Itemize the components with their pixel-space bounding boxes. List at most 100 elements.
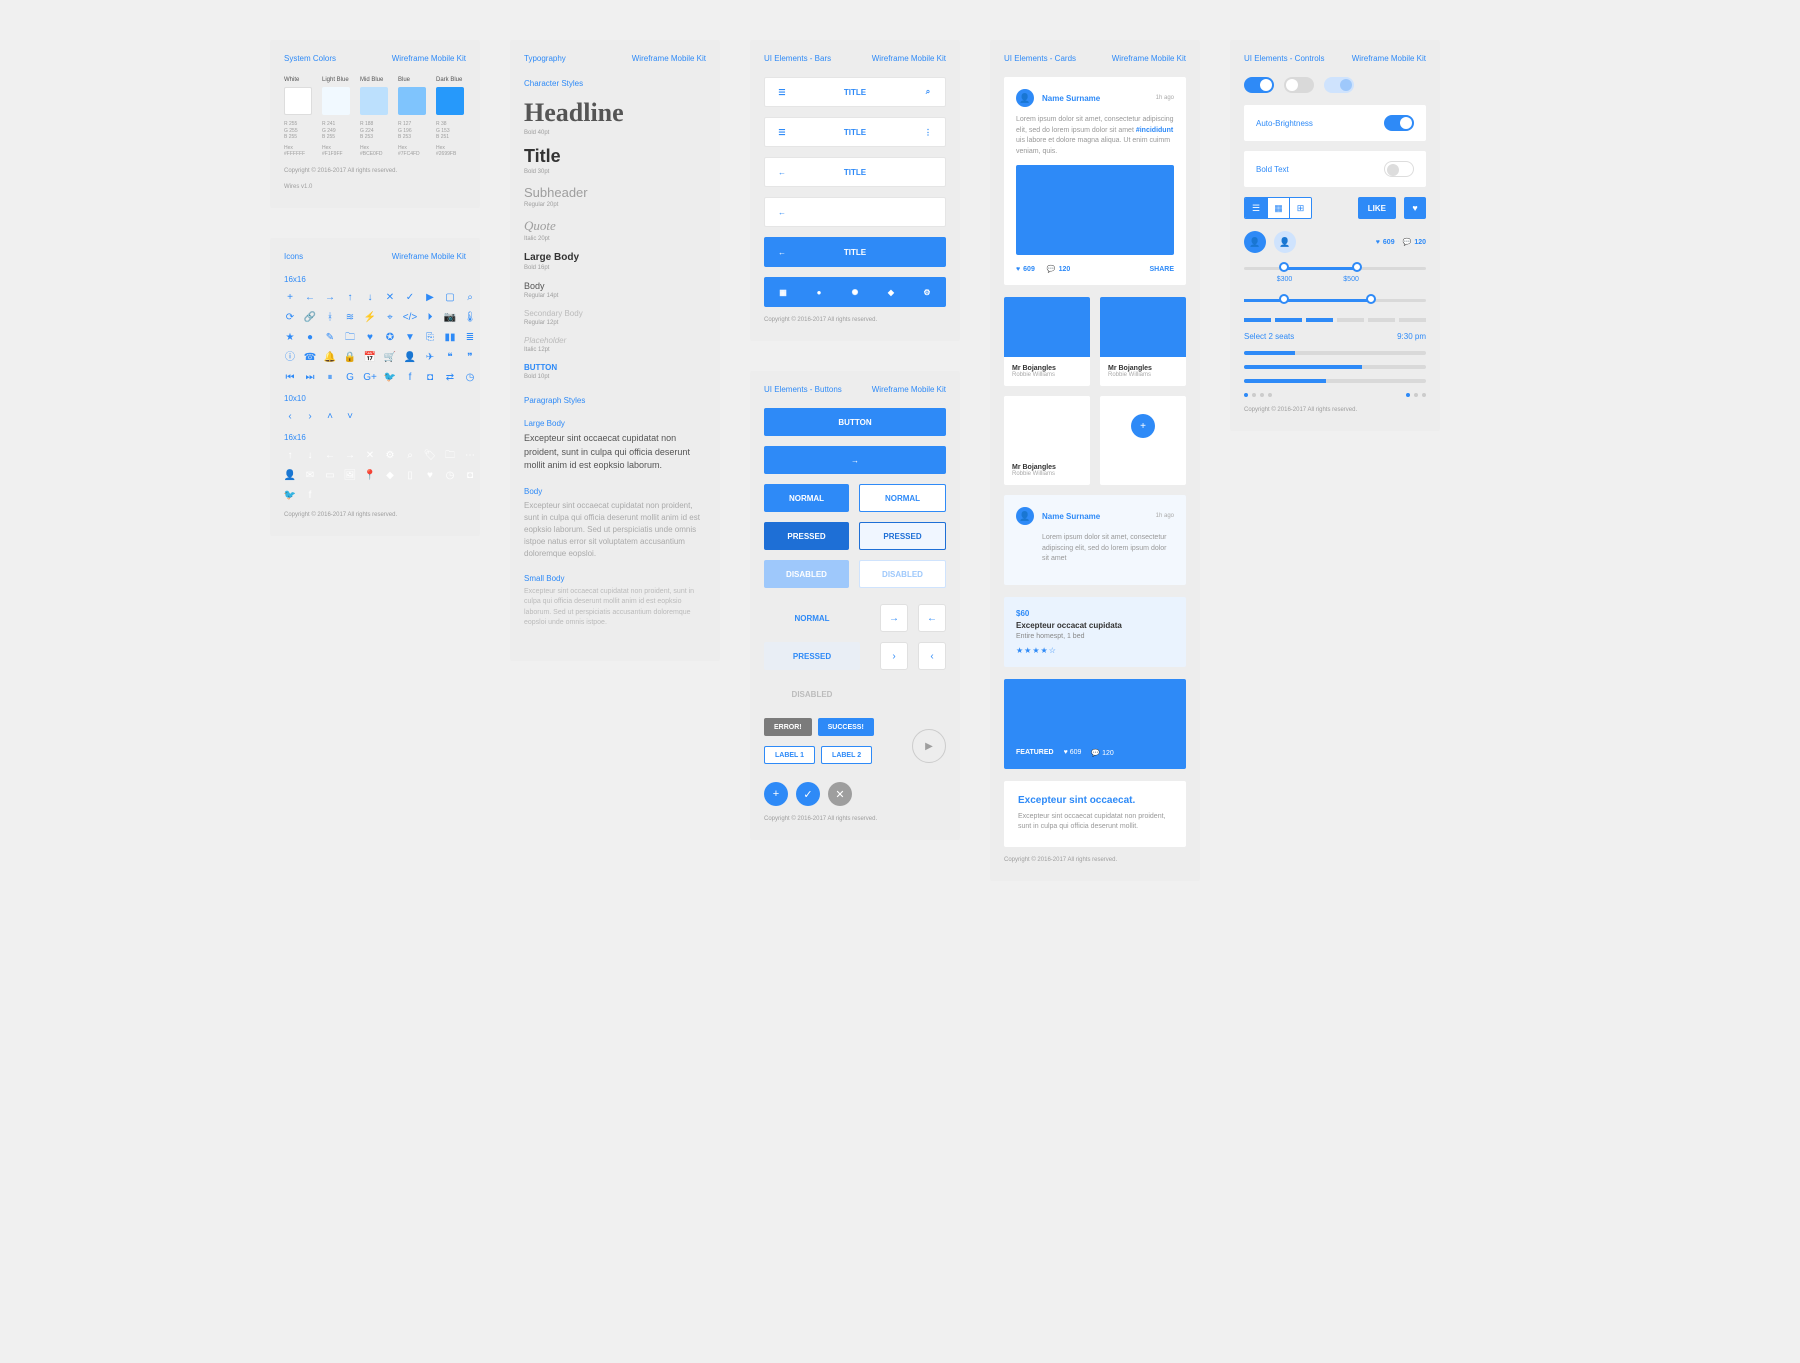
- fab-close[interactable]: ✕: [828, 782, 852, 806]
- search-icon: ⌕: [404, 450, 416, 462]
- button-text-normal[interactable]: NORMAL: [764, 604, 860, 632]
- tab-icon[interactable]: ◆: [873, 288, 909, 297]
- button-outline-pressed[interactable]: PRESSED: [859, 522, 946, 550]
- seg-grid-icon[interactable]: ▦: [1267, 198, 1289, 218]
- chip-error[interactable]: ERROR!: [764, 718, 812, 736]
- navbar-back-title[interactable]: ← TITLE: [764, 157, 946, 187]
- avatar[interactable]: 👤: [1274, 231, 1296, 253]
- mini-card[interactable]: Mr BojanglesRobbie Williams: [1100, 297, 1186, 386]
- toggle[interactable]: [1384, 161, 1414, 177]
- mini-card-add[interactable]: +: [1100, 396, 1186, 485]
- tab-icon[interactable]: ▦: [765, 288, 801, 297]
- panel-kit: Wireframe Mobile Kit: [872, 385, 946, 394]
- navbar-solid[interactable]: ← TITLE: [764, 237, 946, 267]
- button-normal[interactable]: NORMAL: [764, 484, 849, 512]
- box-icon: ▢: [444, 292, 456, 304]
- avatar-icon[interactable]: 👤: [1016, 89, 1034, 107]
- likes[interactable]: ♥ 609: [1016, 266, 1035, 273]
- square-button-right[interactable]: →: [880, 604, 908, 632]
- button-icon[interactable]: →: [764, 446, 946, 474]
- square-button-chevron-left[interactable]: ‹: [918, 642, 946, 670]
- plus-icon: +: [284, 292, 296, 304]
- navbar-menu-search[interactable]: ☰ TITLE ⌕: [764, 77, 946, 107]
- card-post[interactable]: 👤 Name Surname 1h ago Lorem ipsum dolor …: [1004, 77, 1186, 285]
- navbar-back-only[interactable]: ←: [764, 197, 946, 227]
- tab-icon[interactable]: ✺: [837, 288, 873, 297]
- color-swatch: [398, 87, 426, 115]
- plus-icon[interactable]: +: [1131, 414, 1155, 438]
- toggle-on[interactable]: [1244, 77, 1274, 93]
- panel-controls: UI Elements - Controls Wireframe Mobile …: [1230, 40, 1440, 431]
- back-icon[interactable]: ←: [775, 248, 789, 257]
- instagram-icon: ◘: [424, 372, 436, 384]
- setting-bold-text[interactable]: Bold Text: [1244, 151, 1426, 187]
- tabbar[interactable]: ▦ ● ✺ ◆ ⚙: [764, 277, 946, 307]
- comments[interactable]: 💬 120: [1047, 265, 1070, 273]
- down-tri-icon: ▼: [404, 332, 416, 344]
- card-author: Name Surname: [1042, 94, 1100, 103]
- card-text[interactable]: Excepteur sint occaecat. Excepteur sint …: [1004, 781, 1186, 847]
- pencil-icon: ✎: [324, 332, 336, 344]
- square-button-left[interactable]: ←: [918, 604, 946, 632]
- more-icon[interactable]: ⋮: [921, 128, 935, 137]
- chip-success[interactable]: SUCCESS!: [818, 718, 874, 736]
- time-label[interactable]: 9:30 pm: [1397, 332, 1426, 341]
- version: Wires v1.0: [284, 184, 466, 190]
- toggle-off[interactable]: [1284, 77, 1314, 93]
- play-button[interactable]: ▶: [912, 729, 946, 763]
- panel-kit: Wireframe Mobile Kit: [392, 252, 466, 261]
- refresh-icon: ⟳: [284, 312, 296, 324]
- button-outline-normal[interactable]: NORMAL: [859, 484, 946, 512]
- type-large-body: Large Body: [524, 252, 706, 263]
- stat-comments[interactable]: 💬 120: [1403, 238, 1426, 246]
- setting-auto-brightness[interactable]: Auto-Brightness: [1244, 105, 1426, 141]
- menu-icon[interactable]: ☰: [775, 88, 789, 97]
- avatar-icon[interactable]: 👤: [1016, 507, 1034, 525]
- image-icon: 🖼: [344, 470, 356, 482]
- square-button-chevron-right[interactable]: ›: [880, 642, 908, 670]
- progress-bar: [1244, 365, 1426, 369]
- share-button[interactable]: SHARE: [1149, 266, 1174, 273]
- avatar-selected[interactable]: 👤: [1244, 231, 1266, 253]
- menu-icon[interactable]: ☰: [775, 128, 789, 137]
- fab-plus[interactable]: +: [764, 782, 788, 806]
- bookmark-icon: ⎘: [424, 332, 436, 344]
- pager[interactable]: [1244, 393, 1426, 397]
- tab-icon[interactable]: ⚙: [909, 288, 945, 297]
- color-swatch: [322, 87, 350, 115]
- seats-label[interactable]: Select 2 seats: [1244, 332, 1294, 341]
- tab-icon[interactable]: ●: [801, 288, 837, 297]
- panel-typography: Typography Wireframe Mobile Kit Characte…: [510, 40, 720, 661]
- seg-tiles-icon[interactable]: ⊞: [1289, 198, 1311, 218]
- button-primary[interactable]: BUTTON: [764, 408, 946, 436]
- chip-label-1[interactable]: LABEL 1: [764, 746, 815, 764]
- mini-card[interactable]: Mr BojanglesRobbie Williams: [1004, 297, 1090, 386]
- slider[interactable]: [1244, 299, 1426, 302]
- chip-label-2[interactable]: LABEL 2: [821, 746, 872, 764]
- segmented-control[interactable]: ☰ ▦ ⊞: [1244, 197, 1312, 219]
- navbar-menu-more[interactable]: ☰ TITLE ⋮: [764, 117, 946, 147]
- range-slider[interactable]: $300$500: [1244, 267, 1426, 283]
- card-featured[interactable]: FEATURED ♥ 609 💬 120: [1004, 679, 1186, 769]
- like-button[interactable]: LIKE: [1358, 197, 1396, 219]
- button-pressed[interactable]: PRESSED: [764, 522, 849, 550]
- hashtag[interactable]: #incididunt: [1136, 127, 1173, 134]
- back-icon[interactable]: ←: [775, 208, 789, 217]
- pause-icon: ⏸: [324, 372, 336, 384]
- search-icon[interactable]: ⌕: [921, 87, 935, 97]
- back-icon[interactable]: ←: [775, 168, 789, 177]
- card-listing[interactable]: $60 Excepteur occacat cupidata Entire ho…: [1004, 597, 1186, 667]
- pin-icon: 📍: [364, 470, 376, 482]
- button-text-pressed[interactable]: PRESSED: [764, 642, 860, 670]
- user-icon: 👤: [404, 352, 416, 364]
- heart-icon: ♥: [424, 470, 436, 482]
- arrow-up-icon: ↑: [344, 292, 356, 304]
- seg-list-icon[interactable]: ☰: [1245, 198, 1267, 218]
- fab-check[interactable]: ✓: [796, 782, 820, 806]
- toggle[interactable]: [1384, 115, 1414, 131]
- heart-button[interactable]: ♥: [1404, 197, 1426, 219]
- stat-likes[interactable]: ♥ 609: [1376, 239, 1395, 246]
- mini-card[interactable]: Mr BojanglesRobbie Williams: [1004, 396, 1090, 485]
- link-icon: 🔗: [304, 312, 316, 324]
- panel-kit: Wireframe Mobile Kit: [632, 54, 706, 63]
